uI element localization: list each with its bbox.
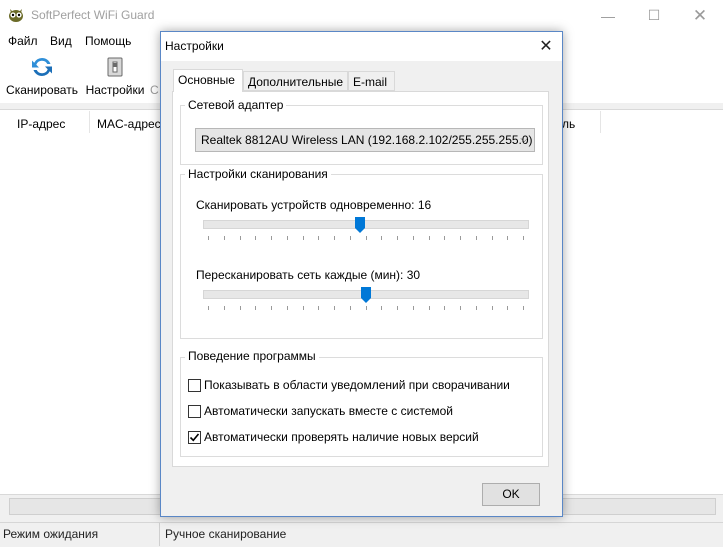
rescan-slider-thumb[interactable] <box>361 287 371 303</box>
dialog-close-button[interactable]: ✕ <box>535 36 557 58</box>
slider-tick <box>240 236 241 240</box>
update-check-checkbox[interactable] <box>188 431 201 444</box>
minimize-button[interactable]: — <box>585 0 631 31</box>
slider-tick <box>224 306 225 310</box>
slider-tick <box>507 236 508 240</box>
autostart-checkbox-label[interactable]: Автоматически запускать вместе с системо… <box>204 404 453 418</box>
close-icon: ✕ <box>692 5 708 25</box>
slider-tick <box>224 236 225 240</box>
slider-tick <box>397 236 398 240</box>
slider-tick <box>208 236 209 240</box>
settings-button-label: Настройки <box>85 83 145 97</box>
owl-app-icon <box>9 9 23 22</box>
menu-help[interactable]: Помощь <box>85 34 131 48</box>
menu-view[interactable]: Вид <box>50 34 72 48</box>
tab-general[interactable]: Основные <box>173 69 243 92</box>
rescan-label: Пересканировать сеть каждые (мин): 30 <box>196 268 421 282</box>
scan-button-label: Сканировать <box>6 83 78 97</box>
concurrent-label: Сканировать устройств одновременно: 16 <box>196 198 432 212</box>
tab-advanced[interactable]: Дополнительные <box>243 71 348 91</box>
column-ip[interactable]: IP-адрес <box>17 117 65 131</box>
slider-tick <box>507 306 508 310</box>
slider-tick <box>492 236 493 240</box>
slider-tick <box>444 236 445 240</box>
concurrent-track <box>203 220 529 229</box>
slider-tick <box>240 306 241 310</box>
ok-button[interactable]: OK <box>482 483 540 506</box>
statusbar <box>0 522 723 547</box>
slider-tick <box>334 236 335 240</box>
slider-tick <box>523 236 524 240</box>
slider-tick <box>413 306 414 310</box>
slider-tick <box>476 306 477 310</box>
scan-button[interactable]: Сканировать <box>5 55 79 101</box>
slider-tick <box>492 306 493 310</box>
slider-tick <box>429 236 430 240</box>
settings-button[interactable]: Настройки <box>84 55 146 101</box>
slider-tick <box>429 306 430 310</box>
behavior-group-title: Поведение программы <box>185 349 319 363</box>
slider-tick <box>334 306 335 310</box>
update-check-checkbox-label[interactable]: Автоматически проверять наличие новых ве… <box>204 430 479 444</box>
slider-tick <box>413 236 414 240</box>
slider-tick <box>255 236 256 240</box>
column-separator <box>600 111 601 133</box>
slider-tick <box>444 306 445 310</box>
chevron-down-icon: ⌵ <box>520 134 528 145</box>
scan-settings-title: Настройки сканирования <box>185 167 331 181</box>
maximize-icon: ☐ <box>647 7 661 23</box>
slider-tick <box>318 236 319 240</box>
refresh-icon <box>32 57 52 77</box>
tray-checkbox[interactable] <box>188 379 201 392</box>
checkmark-icon <box>189 433 200 442</box>
slider-tick <box>460 236 461 240</box>
slider-tick <box>255 306 256 310</box>
slider-tick <box>366 236 367 240</box>
status-scan-mode: Ручное сканирование <box>165 527 287 541</box>
concurrent-ticks <box>208 236 524 242</box>
adapter-group-title: Сетевой адаптер <box>185 98 287 112</box>
slider-tick <box>397 306 398 310</box>
column-separator <box>89 111 90 133</box>
menu-file[interactable]: Файл <box>8 34 38 48</box>
column-mac[interactable]: MAC-адрес <box>97 117 161 131</box>
minimize-icon: — <box>601 7 615 24</box>
settings-dialog: Настройки ✕ Основные Дополнительные E-ma… <box>160 31 563 517</box>
slider-tick <box>287 306 288 310</box>
slider-tick <box>318 306 319 310</box>
slider-tick <box>350 236 351 240</box>
close-window-button[interactable]: ✕ <box>677 0 723 31</box>
rescan-ticks <box>208 306 524 312</box>
dialog-title: Настройки <box>165 39 224 53</box>
close-icon: ✕ <box>539 38 553 55</box>
settings-switch-icon <box>107 57 123 77</box>
slider-tick <box>271 306 272 310</box>
slider-tick <box>476 236 477 240</box>
autostart-checkbox[interactable] <box>188 405 201 418</box>
maximize-button[interactable]: ☐ <box>631 0 677 31</box>
adapter-select[interactable]: Realtek 8812AU Wireless LAN (192.168.2.1… <box>195 128 535 152</box>
column-partial[interactable]: ль <box>562 117 575 131</box>
tray-checkbox-label[interactable]: Показывать в области уведомлений при сво… <box>204 378 510 392</box>
concurrent-slider-thumb[interactable] <box>355 217 365 233</box>
adapter-select-value: Realtek 8812AU Wireless LAN (192.168.2.1… <box>201 133 533 147</box>
slider-tick <box>208 306 209 310</box>
slider-tick <box>303 306 304 310</box>
slider-tick <box>381 236 382 240</box>
slider-tick <box>350 306 351 310</box>
tab-email[interactable]: E-mail <box>348 71 395 91</box>
slider-tick <box>366 306 367 310</box>
status-mode: Режим ожидания <box>3 527 99 541</box>
slider-tick <box>523 306 524 310</box>
slider-tick <box>381 306 382 310</box>
status-divider <box>159 523 160 546</box>
slider-tick <box>460 306 461 310</box>
toolbar-partial-label: С <box>150 83 159 97</box>
slider-tick <box>303 236 304 240</box>
slider-tick <box>287 236 288 240</box>
slider-tick <box>271 236 272 240</box>
app-title: SoftPerfect WiFi Guard <box>31 8 155 22</box>
